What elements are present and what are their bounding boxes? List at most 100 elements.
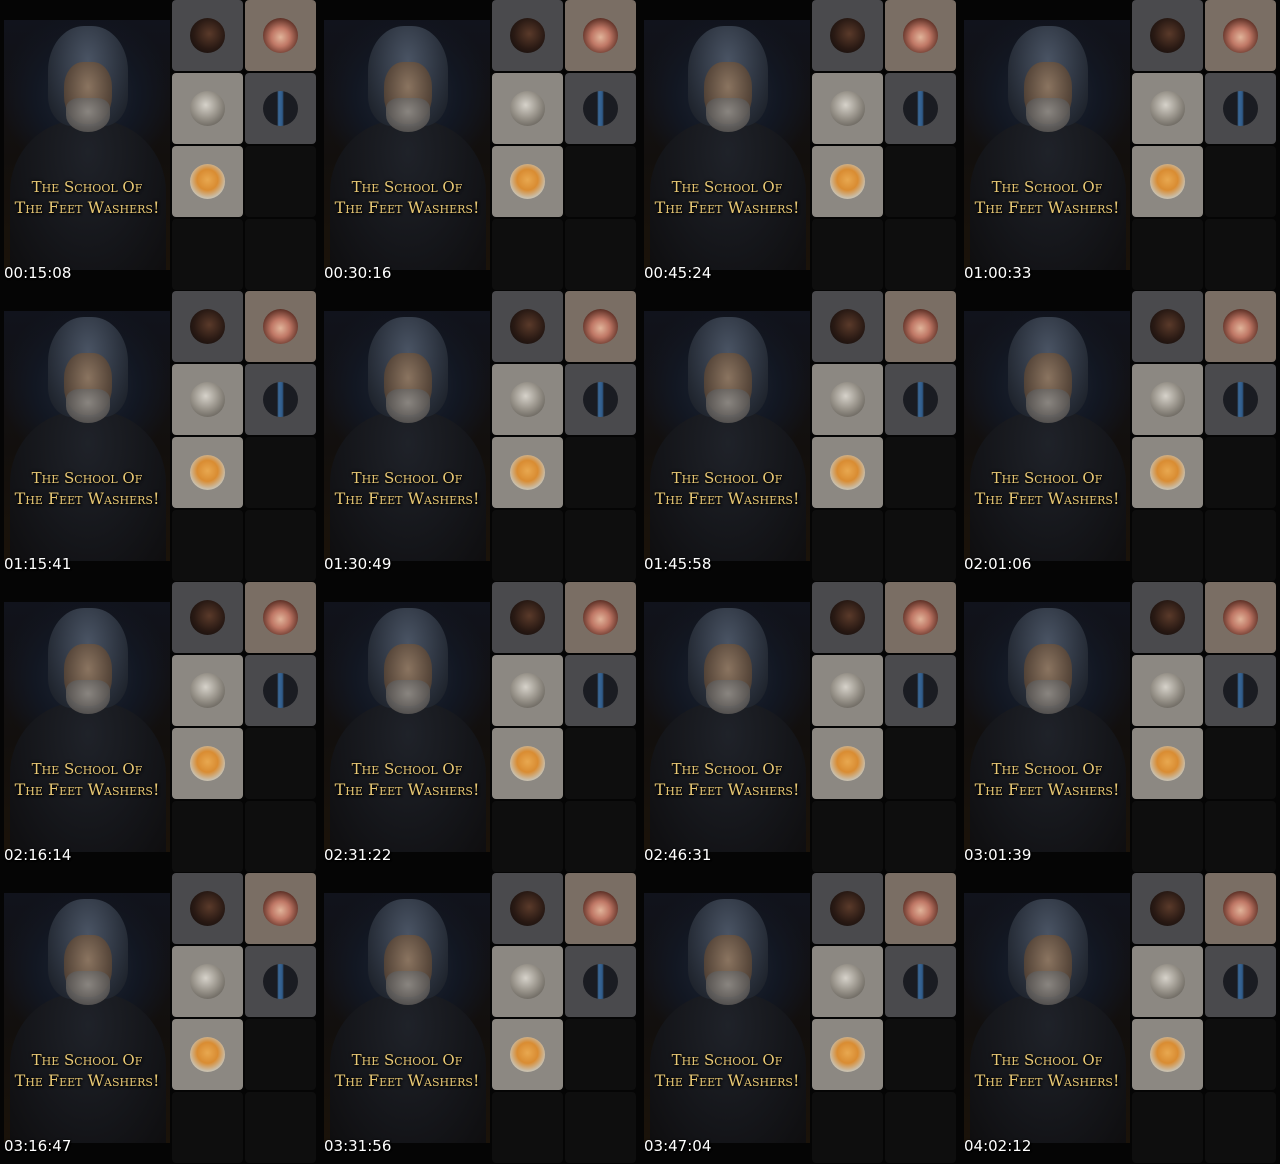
participant-tile[interactable] [812, 655, 883, 726]
participant-tile[interactable] [172, 873, 243, 944]
participant-tile[interactable] [1205, 582, 1276, 653]
participant-tile[interactable] [1205, 0, 1276, 71]
overlay-title-line1: The School Of [31, 178, 143, 196]
participant-tile[interactable] [492, 582, 563, 653]
participant-tile[interactable] [492, 1019, 563, 1090]
participant-tile[interactable] [1132, 0, 1203, 71]
video-frame[interactable]: The School Of The Feet Washers! 03:31:56 [320, 873, 640, 1164]
video-frame[interactable]: The School Of The Feet Washers! 01:30:49 [320, 291, 640, 582]
participant-tile[interactable] [812, 0, 883, 71]
participant-tile[interactable] [172, 0, 243, 71]
participant-tile[interactable] [172, 291, 243, 362]
participant-tile[interactable] [1205, 73, 1276, 144]
participant-tile[interactable] [885, 946, 956, 1017]
participant-tile[interactable] [245, 582, 316, 653]
video-frame[interactable]: The School Of The Feet Washers! 01:00:33 [960, 0, 1280, 291]
participant-tile[interactable] [565, 873, 636, 944]
participant-tile[interactable] [885, 655, 956, 726]
participant-tile[interactable] [812, 291, 883, 362]
participant-tile[interactable] [245, 0, 316, 71]
participant-tile[interactable] [172, 437, 243, 508]
video-frame[interactable]: The School Of The Feet Washers! 01:45:58 [640, 291, 960, 582]
participant-avatar-woman-dark-hair-icon [510, 309, 545, 344]
participant-tile[interactable] [565, 364, 636, 435]
participant-tile[interactable] [812, 73, 883, 144]
participant-tile[interactable] [1132, 873, 1203, 944]
participant-tile[interactable] [1205, 655, 1276, 726]
participant-tile[interactable] [565, 655, 636, 726]
video-frame[interactable]: The School Of The Feet Washers! 02:16:14 [0, 582, 320, 873]
video-frame[interactable]: The School Of The Feet Washers! 02:01:06 [960, 291, 1280, 582]
video-frame[interactable]: The School Of The Feet Washers! 02:46:31 [640, 582, 960, 873]
participant-tile[interactable] [812, 437, 883, 508]
participant-tile[interactable] [245, 946, 316, 1017]
participant-tile[interactable] [812, 873, 883, 944]
participant-tile[interactable] [1132, 291, 1203, 362]
participant-tile[interactable] [565, 291, 636, 362]
video-frame[interactable]: The School Of The Feet Washers! 00:15:08 [0, 0, 320, 291]
participant-tile[interactable] [492, 655, 563, 726]
video-frame[interactable]: The School Of The Feet Washers! 01:15:41 [0, 291, 320, 582]
participant-tile[interactable] [172, 146, 243, 217]
participant-tile[interactable] [1132, 364, 1203, 435]
participant-tile[interactable] [565, 0, 636, 71]
participant-tile[interactable] [885, 582, 956, 653]
participant-tile[interactable] [1205, 873, 1276, 944]
participant-tile[interactable] [172, 655, 243, 726]
participant-tile[interactable] [812, 1019, 883, 1090]
participant-tile[interactable] [245, 291, 316, 362]
participant-tile[interactable] [1132, 728, 1203, 799]
participant-tile[interactable] [885, 291, 956, 362]
participant-tile[interactable] [492, 728, 563, 799]
participant-tile[interactable] [172, 364, 243, 435]
participant-tile[interactable] [885, 873, 956, 944]
participant-tile[interactable] [885, 364, 956, 435]
participant-tile[interactable] [245, 655, 316, 726]
participant-tile[interactable] [172, 728, 243, 799]
video-frame[interactable]: The School Of The Feet Washers! 03:16:47 [0, 873, 320, 1164]
participant-tile[interactable] [245, 73, 316, 144]
participant-tile[interactable] [492, 146, 563, 217]
participant-tile[interactable] [1205, 364, 1276, 435]
participant-tile[interactable] [812, 728, 883, 799]
participant-tile[interactable] [172, 1019, 243, 1090]
host-video: The School Of The Feet Washers! [644, 311, 810, 561]
participant-tile[interactable] [492, 946, 563, 1017]
participant-tile[interactable] [172, 73, 243, 144]
participant-tile[interactable] [565, 582, 636, 653]
participant-tile[interactable] [1132, 73, 1203, 144]
participant-tile[interactable] [1132, 146, 1203, 217]
participant-tile[interactable] [1132, 655, 1203, 726]
video-frame[interactable]: The School Of The Feet Washers! 04:02:12 [960, 873, 1280, 1164]
participant-tile[interactable] [885, 0, 956, 71]
video-frame[interactable]: The School Of The Feet Washers! 02:31:22 [320, 582, 640, 873]
participant-tile[interactable] [1132, 946, 1203, 1017]
participant-tile[interactable] [812, 146, 883, 217]
participant-tile[interactable] [1132, 582, 1203, 653]
participant-tile[interactable] [492, 73, 563, 144]
participant-tile[interactable] [812, 582, 883, 653]
participant-tile[interactable] [172, 582, 243, 653]
participant-tile[interactable] [565, 73, 636, 144]
participant-tile[interactable] [492, 0, 563, 71]
participant-tile[interactable] [1132, 1019, 1203, 1090]
participant-tile[interactable] [1205, 291, 1276, 362]
participant-tile[interactable] [812, 946, 883, 1017]
empty-tile [885, 1092, 956, 1163]
participant-tile[interactable] [492, 873, 563, 944]
video-frame[interactable]: The School Of The Feet Washers! 03:01:39 [960, 582, 1280, 873]
video-frame[interactable]: The School Of The Feet Washers! 03:47:04 [640, 873, 960, 1164]
participant-tile[interactable] [885, 73, 956, 144]
participant-tile[interactable] [565, 946, 636, 1017]
participant-tile[interactable] [245, 873, 316, 944]
video-frame[interactable]: The School Of The Feet Washers! 00:30:16 [320, 0, 640, 291]
participant-tile[interactable] [492, 437, 563, 508]
participant-tile[interactable] [172, 946, 243, 1017]
participant-tile[interactable] [245, 364, 316, 435]
participant-tile[interactable] [492, 291, 563, 362]
participant-tile[interactable] [1132, 437, 1203, 508]
participant-tile[interactable] [812, 364, 883, 435]
participant-tile[interactable] [492, 364, 563, 435]
video-frame[interactable]: The School Of The Feet Washers! 00:45:24 [640, 0, 960, 291]
participant-tile[interactable] [1205, 946, 1276, 1017]
